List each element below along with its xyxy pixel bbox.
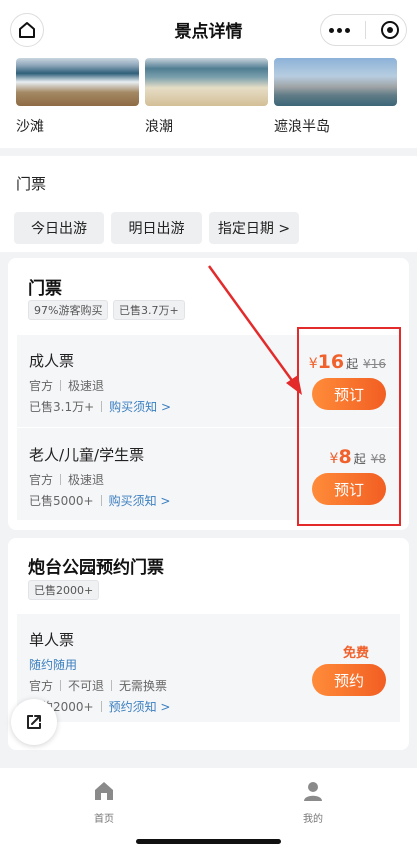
tab-profile[interactable]: 我的 [283, 780, 343, 825]
user-icon [304, 782, 322, 801]
share-button[interactable] [11, 699, 57, 745]
tab-label: 首页 [94, 814, 114, 825]
annotation-arrow-icon [207, 265, 302, 395]
tab-label: 我的 [303, 814, 323, 825]
home-icon [95, 782, 113, 800]
tab-home[interactable]: 首页 [74, 780, 134, 825]
home-indicator [136, 839, 281, 844]
share-icon [27, 715, 41, 729]
